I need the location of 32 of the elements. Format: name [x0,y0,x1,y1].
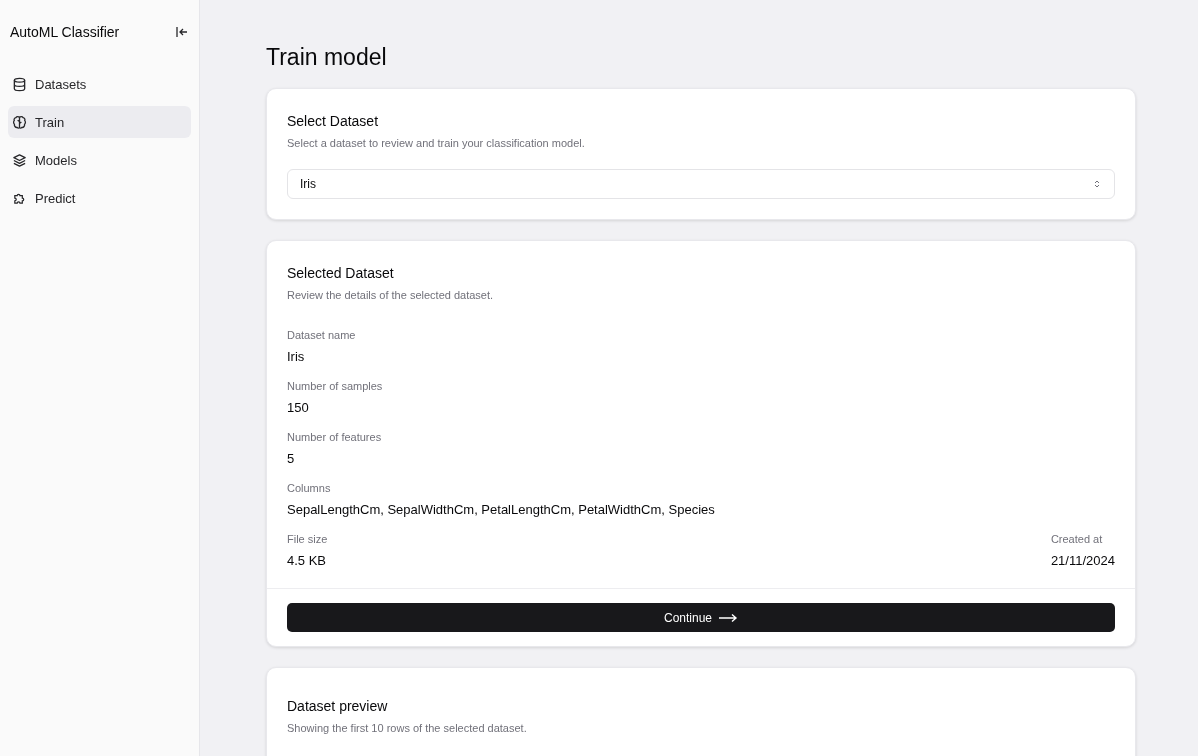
page-title: Train model [266,44,388,71]
field-value: 5 [287,451,296,466]
field-value: 4.5 KB [287,553,328,568]
layers-icon [12,152,27,168]
dataset-select[interactable]: Iris [287,169,1115,199]
database-icon [12,76,27,92]
field-label: Created at [1050,533,1104,545]
field-value: SepalLengthCm, SepalWidthCm, PetalLengthCm, PetalWidthCm, Species [287,502,716,517]
collapse-sidebar-icon[interactable] [175,25,189,39]
sidebar-item[interactable]: Train [8,106,191,138]
card-description: Select a dataset to review and train your classification model. [287,137,586,149]
field-value: 21/11/2024 [1050,553,1115,568]
chevron-icon [1092,179,1102,189]
sidebar-item[interactable]: Predict [8,182,191,214]
sidebar-item[interactable]: Models [8,144,191,176]
field-label: Columns [287,482,332,494]
field-value: 150 [287,400,310,415]
field-label: File size [287,533,328,545]
app-title: AutoML Classifier [10,24,120,40]
field-label: Number of samples [287,380,384,392]
card-description: Showing the first 10 rows of the selected dataset. [287,722,528,734]
field-label: Dataset name [287,329,357,341]
field-value: Iris [287,349,306,364]
brain-icon [12,114,27,130]
sidebar-item[interactable]: Datasets [8,68,191,100]
card-title: Select Dataset [287,113,380,129]
arrow-right-icon [718,612,738,623]
field-label: Number of features [287,431,383,443]
continue-button[interactable]: Continue [287,603,1115,632]
card-description: Review the details of the selected dataset. [287,289,495,301]
card-title: Dataset preview [287,698,389,714]
card-title: Selected Dataset [287,265,395,281]
